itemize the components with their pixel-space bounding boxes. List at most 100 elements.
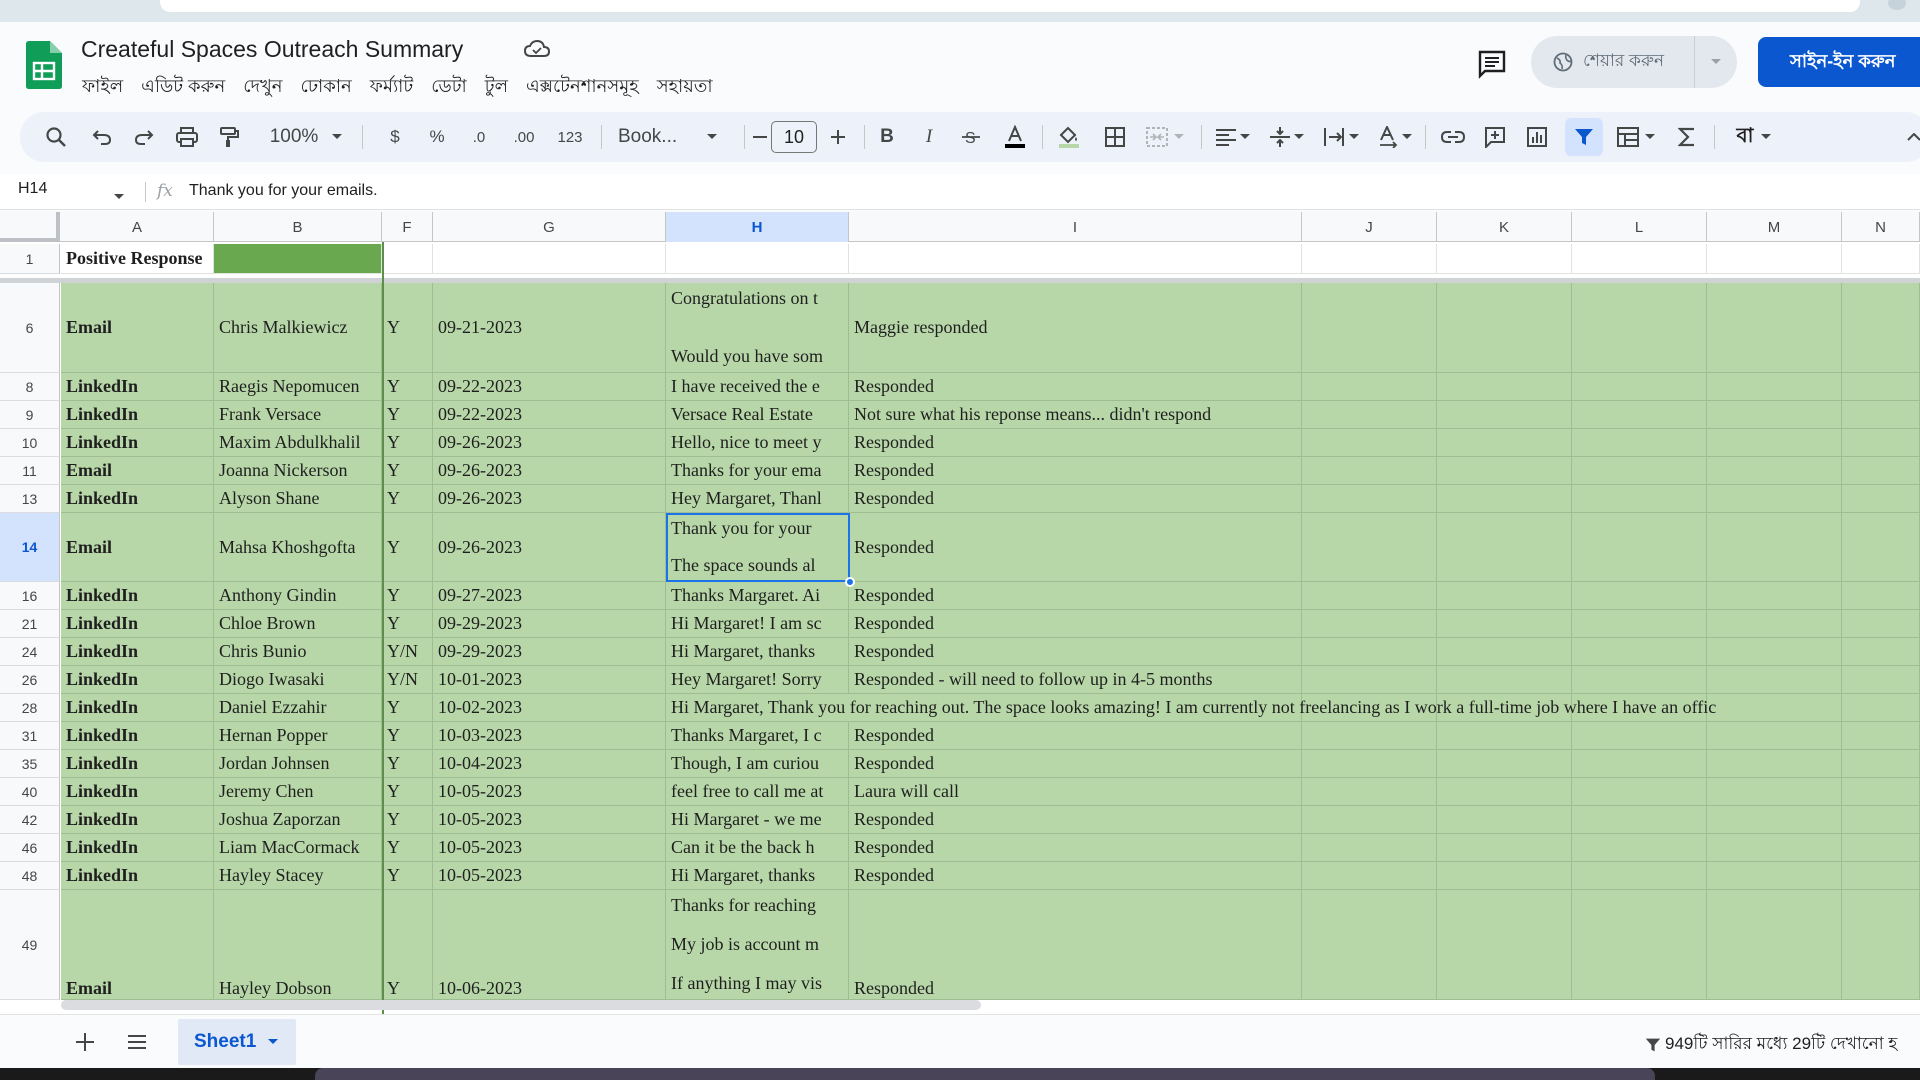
- filter-icon[interactable]: [1565, 112, 1603, 162]
- borders-icon[interactable]: [1098, 112, 1132, 162]
- empty-cell[interactable]: [1842, 890, 1920, 1000]
- cell-response-flag[interactable]: Y: [382, 890, 433, 1000]
- menu-insert[interactable]: ঢোকান: [293, 70, 360, 105]
- row-header[interactable]: 24: [0, 638, 60, 666]
- empty-cell[interactable]: [1842, 694, 1920, 722]
- cell-name[interactable]: Hayley Dobson: [214, 890, 382, 1000]
- cell-message[interactable]: Versace Real Estate: [666, 401, 849, 429]
- menu-tools[interactable]: টুল: [477, 70, 516, 105]
- header-cell[interactable]: [1842, 244, 1920, 274]
- cell-response-flag[interactable]: Y: [382, 862, 433, 890]
- search-menus-icon[interactable]: [38, 112, 74, 162]
- cell-date[interactable]: 09-26-2023: [433, 485, 666, 513]
- row-header[interactable]: 9: [0, 401, 60, 429]
- font-size-input[interactable]: 10: [771, 121, 817, 153]
- cell-response-flag[interactable]: Y: [382, 750, 433, 778]
- cell-channel[interactable]: LinkedIn: [61, 722, 214, 750]
- cell-response-flag[interactable]: Y: [382, 283, 433, 373]
- cell-channel[interactable]: LinkedIn: [61, 806, 214, 834]
- cell-channel[interactable]: Email: [61, 513, 214, 582]
- percent-format-button[interactable]: %: [420, 112, 454, 162]
- frozen-columns-divider[interactable]: [382, 242, 384, 1014]
- cell-name[interactable]: Alyson Shane: [214, 485, 382, 513]
- empty-cell[interactable]: [1842, 862, 1920, 890]
- cell-name[interactable]: Chloe Brown: [214, 610, 382, 638]
- cell-status[interactable]: Responded: [849, 610, 1302, 638]
- cell-message[interactable]: feel free to call me at: [666, 778, 849, 806]
- empty-cell[interactable]: [1707, 750, 1842, 778]
- italic-button[interactable]: I: [912, 112, 946, 162]
- frozen-rows-divider[interactable]: [0, 278, 1920, 283]
- cell-response-flag[interactable]: Y: [382, 429, 433, 457]
- formula-input[interactable]: Thank you for your emails.: [189, 182, 378, 200]
- cell-channel[interactable]: LinkedIn: [61, 373, 214, 401]
- cell-name[interactable]: Liam MacCormack: [214, 834, 382, 862]
- browser-address-bar[interactable]: [160, 0, 1860, 12]
- empty-cell[interactable]: [1437, 457, 1572, 485]
- cell-name[interactable]: Jeremy Chen: [214, 778, 382, 806]
- cell-channel[interactable]: Email: [61, 283, 214, 373]
- cell-response-flag[interactable]: Y/N: [382, 666, 433, 694]
- browser-profile-icon[interactable]: [1888, 0, 1906, 10]
- empty-cell[interactable]: [1302, 806, 1437, 834]
- cell-message[interactable]: Though, I am curiou: [666, 750, 849, 778]
- name-box-dropdown-icon[interactable]: [114, 187, 124, 205]
- cell-status[interactable]: Responded: [849, 457, 1302, 485]
- row-header[interactable]: 46: [0, 834, 60, 862]
- cell-status[interactable]: Maggie responded: [849, 283, 1302, 373]
- empty-cell[interactable]: [1302, 610, 1437, 638]
- cell-channel[interactable]: LinkedIn: [61, 429, 214, 457]
- cell-date[interactable]: 09-22-2023: [433, 401, 666, 429]
- font-select[interactable]: Book...: [610, 112, 736, 162]
- menu-help[interactable]: সহায়তা: [649, 70, 721, 105]
- cell-name[interactable]: Raegis Nepomucen: [214, 373, 382, 401]
- row-header[interactable]: 10: [0, 429, 60, 457]
- empty-cell[interactable]: [1437, 890, 1572, 1000]
- empty-cell[interactable]: [1572, 750, 1707, 778]
- cell-response-flag[interactable]: Y: [382, 694, 433, 722]
- cell-channel[interactable]: LinkedIn: [61, 610, 214, 638]
- empty-cell[interactable]: [1437, 638, 1572, 666]
- cell-channel[interactable]: Email: [61, 457, 214, 485]
- row-header[interactable]: 40: [0, 778, 60, 806]
- column-header-b[interactable]: B: [214, 212, 382, 242]
- column-header-f[interactable]: F: [382, 212, 433, 242]
- empty-cell[interactable]: [1842, 778, 1920, 806]
- empty-cell[interactable]: [1302, 750, 1437, 778]
- text-color-icon[interactable]: [998, 112, 1032, 162]
- row-header[interactable]: 8: [0, 373, 60, 401]
- cell-status[interactable]: Responded: [849, 750, 1302, 778]
- cell-channel[interactable]: LinkedIn: [61, 694, 214, 722]
- empty-cell[interactable]: [1572, 834, 1707, 862]
- empty-cell[interactable]: [1437, 862, 1572, 890]
- cloud-status-icon[interactable]: [523, 39, 551, 59]
- fill-color-icon[interactable]: [1052, 112, 1086, 162]
- cell-response-flag[interactable]: Y: [382, 582, 433, 610]
- empty-cell[interactable]: [1572, 582, 1707, 610]
- column-header-h[interactable]: H: [666, 212, 849, 242]
- cell-name[interactable]: Jordan Johnsen: [214, 750, 382, 778]
- empty-cell[interactable]: [1302, 457, 1437, 485]
- empty-cell[interactable]: [1302, 283, 1437, 373]
- empty-cell[interactable]: [1437, 610, 1572, 638]
- merge-cells-icon[interactable]: [1140, 112, 1190, 162]
- insert-chart-icon[interactable]: [1520, 112, 1554, 162]
- cell-channel[interactable]: LinkedIn: [61, 750, 214, 778]
- cell-status[interactable]: Not sure what his reponse means... didn'…: [849, 401, 1302, 429]
- empty-cell[interactable]: [1302, 429, 1437, 457]
- cell-response-flag[interactable]: Y: [382, 610, 433, 638]
- cell-channel[interactable]: LinkedIn: [61, 862, 214, 890]
- empty-cell[interactable]: [1302, 862, 1437, 890]
- vertical-align-icon[interactable]: [1264, 112, 1310, 162]
- empty-cell[interactable]: [1302, 638, 1437, 666]
- empty-cell[interactable]: [1842, 457, 1920, 485]
- cell-date[interactable]: 09-29-2023: [433, 610, 666, 638]
- cell-name[interactable]: Joshua Zaporzan: [214, 806, 382, 834]
- menu-file[interactable]: ফাইল: [82, 70, 131, 105]
- more-formats-button[interactable]: 123: [550, 112, 590, 162]
- cell-channel[interactable]: LinkedIn: [61, 666, 214, 694]
- cell-message[interactable]: Hi Margaret, Thank you for reaching out.…: [666, 694, 1716, 722]
- menu-data[interactable]: ডেটা: [423, 70, 475, 105]
- empty-cell[interactable]: [1572, 283, 1707, 373]
- column-header-i[interactable]: I: [849, 212, 1302, 242]
